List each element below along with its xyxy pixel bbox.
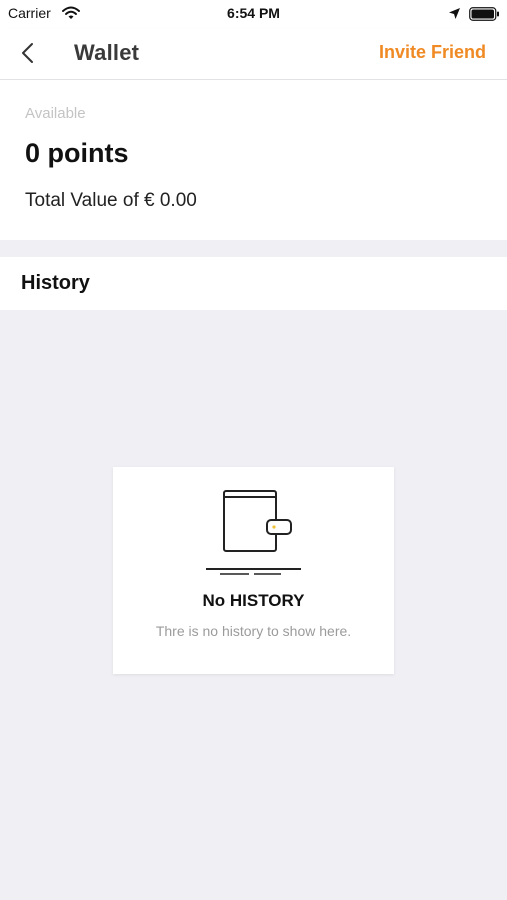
invite-friend-button[interactable]: Invite Friend [379, 42, 486, 63]
page-title: Wallet [74, 40, 140, 65]
available-label: Available [25, 105, 86, 122]
history-section-header: History [0, 257, 507, 310]
empty-state-title: No HISTORY [202, 591, 305, 610]
chevron-left-icon[interactable] [16, 41, 40, 65]
battery-icon [469, 7, 499, 21]
wallet-icon [206, 490, 301, 575]
nav-bar: Wallet Invite Friend [0, 28, 507, 80]
empty-history-card: No HISTORY Thre is no history to show he… [113, 467, 394, 674]
history-title: History [21, 272, 90, 294]
empty-state-subtitle: Thre is no history to show here. [155, 623, 352, 639]
status-time: 6:54 PM [227, 5, 280, 21]
status-bar: Carrier 6:54 PM [0, 0, 507, 28]
points-value: 0 points [25, 138, 129, 168]
total-value-label: Total Value of € 0.00 [25, 190, 197, 211]
wallet-summary-card: Available 0 points Total Value of € 0.00 [0, 80, 507, 240]
location-icon [449, 8, 460, 19]
